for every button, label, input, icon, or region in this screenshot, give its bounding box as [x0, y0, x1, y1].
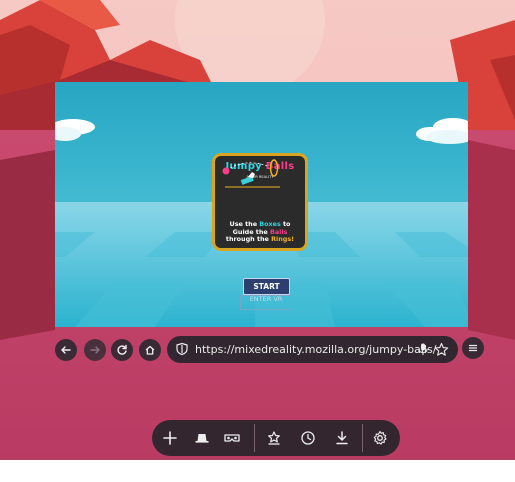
vr-headset-icon: [224, 434, 240, 442]
menu-button[interactable]: [462, 337, 484, 359]
tray-bookmarks-button[interactable]: [262, 426, 286, 450]
history-clock-icon: [301, 431, 315, 445]
tray-settings-button[interactable]: [368, 426, 392, 450]
vr-environment: Jumpy Balls AN XR REALITY Use the Boxes …: [0, 0, 515, 482]
forward-arrow-icon: [90, 346, 100, 354]
home-button[interactable]: [139, 339, 161, 361]
tracking-shield-icon[interactable]: [175, 342, 189, 356]
tray-new-window-button[interactable]: [158, 426, 182, 450]
start-button[interactable]: START: [243, 278, 290, 295]
microphone-icon[interactable]: [416, 342, 430, 356]
bookmarks-icon: [268, 431, 280, 445]
back-button[interactable]: [55, 339, 77, 361]
downloads-icon: [336, 431, 348, 445]
star-icon[interactable]: [434, 342, 449, 357]
reload-icon: [117, 344, 127, 355]
tray-divider: [254, 424, 255, 452]
tray-history-button[interactable]: [296, 426, 320, 450]
settings-gear-icon: [373, 430, 387, 445]
game-title-card: Jumpy Balls AN XR REALITY Use the Boxes …: [212, 153, 308, 251]
plus-icon: [163, 431, 177, 445]
game-viewport[interactable]: Jumpy Balls AN XR REALITY Use the Boxes …: [55, 82, 468, 327]
private-mode-hat-icon: [195, 434, 209, 443]
forward-button[interactable]: [84, 339, 106, 361]
tray-downloads-button[interactable]: [330, 426, 354, 450]
hamburger-menu-icon: [468, 344, 478, 352]
enter-vr-button[interactable]: ENTER VR: [240, 295, 292, 310]
game-instructions: Use the Boxes to Guide the Balls through…: [225, 220, 295, 243]
tray-private-mode-button[interactable]: [190, 426, 214, 450]
tray-vr-mode-button[interactable]: [220, 426, 244, 450]
url-bar[interactable]: https://mixedreality.mozilla.org/jumpy-b…: [167, 336, 458, 363]
home-icon: [145, 345, 155, 355]
game-illustration: [222, 159, 280, 188]
bottom-tray: [152, 420, 400, 456]
back-arrow-icon: [61, 346, 71, 354]
tray-divider: [362, 424, 363, 452]
reload-button[interactable]: [111, 339, 133, 361]
url-text[interactable]: https://mixedreality.mozilla.org/jumpy-b…: [195, 336, 436, 363]
